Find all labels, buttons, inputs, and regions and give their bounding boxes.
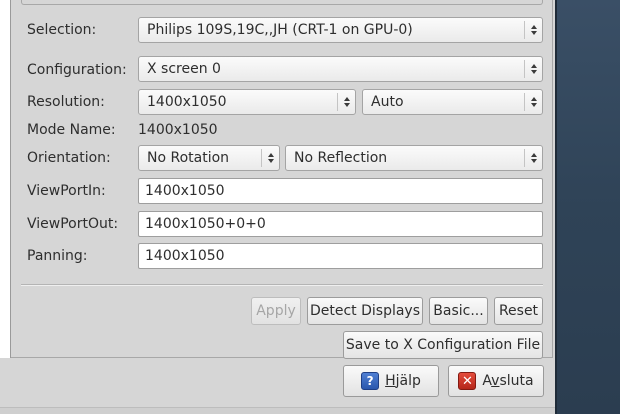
reflection-value: No Reflection bbox=[294, 150, 388, 166]
help-question-icon: ? bbox=[361, 372, 380, 390]
viewport-in-field[interactable]: 1400x1050 bbox=[138, 178, 543, 204]
close-x-icon: ✕ bbox=[458, 372, 477, 390]
orientation-label: Orientation: bbox=[27, 150, 111, 166]
panning-label: Panning: bbox=[27, 248, 88, 264]
help-label: Hjälp bbox=[385, 373, 421, 389]
rotation-combo[interactable]: No Rotation bbox=[138, 145, 280, 171]
save-x-config-button[interactable]: Save to X Configuration File bbox=[343, 331, 543, 359]
mode-name-label: Mode Name: bbox=[27, 122, 116, 138]
selection-value: Philips 109S,19C,,JH (CRT-1 on GPU-0) bbox=[147, 22, 413, 38]
quit-button[interactable]: ✕ Avsluta bbox=[448, 365, 544, 397]
rotation-value: No Rotation bbox=[147, 150, 230, 166]
panning-field[interactable]: 1400x1050 bbox=[138, 243, 543, 269]
viewport-out-label: ViewPortOut: bbox=[27, 216, 119, 232]
spin-arrows-icon bbox=[524, 149, 542, 167]
resolution-combo[interactable]: 1400x1050 bbox=[138, 89, 356, 115]
help-label-rest: jälp bbox=[395, 373, 421, 389]
help-label-mnemonic: H bbox=[385, 373, 396, 389]
detect-displays-button[interactable]: Detect Displays bbox=[307, 297, 423, 325]
viewport-in-label: ViewPortIn: bbox=[27, 183, 106, 199]
help-button[interactable]: ? Hjälp bbox=[343, 365, 439, 397]
configuration-label: Configuration: bbox=[27, 62, 127, 78]
window-bottom-edge bbox=[0, 407, 555, 414]
desktop-background bbox=[555, 0, 620, 414]
reset-button[interactable]: Reset bbox=[494, 297, 543, 325]
mode-name-value: 1400x1050 bbox=[138, 122, 218, 138]
reflection-combo[interactable]: No Reflection bbox=[285, 145, 543, 171]
footer-bar: ? Hjälp ✕ Avsluta bbox=[0, 358, 555, 414]
quit-label-prefix: A bbox=[482, 373, 492, 389]
quit-label: Avsluta bbox=[482, 373, 533, 389]
spin-arrows-icon bbox=[337, 93, 355, 111]
selection-label: Selection: bbox=[27, 22, 97, 38]
layout-area-edge bbox=[21, 0, 543, 5]
navigation-tree-pane[interactable] bbox=[0, 0, 11, 358]
refresh-rate-combo[interactable]: Auto bbox=[362, 89, 543, 115]
nvidia-settings-window: Selection: Philips 109S,19C,,JH (CRT-1 o… bbox=[0, 0, 555, 414]
spin-arrows-icon bbox=[524, 93, 542, 111]
refresh-rate-value: Auto bbox=[371, 94, 404, 110]
selection-combo[interactable]: Philips 109S,19C,,JH (CRT-1 on GPU-0) bbox=[138, 17, 543, 43]
basic-button[interactable]: Basic... bbox=[429, 297, 488, 325]
configuration-combo[interactable]: X screen 0 bbox=[138, 56, 543, 82]
spin-arrows-icon bbox=[261, 149, 279, 167]
configuration-value: X screen 0 bbox=[147, 61, 221, 77]
viewport-out-field[interactable]: 1400x1050+0+0 bbox=[138, 211, 543, 237]
separator bbox=[21, 284, 543, 286]
resolution-value: 1400x1050 bbox=[147, 94, 227, 110]
spin-arrows-icon bbox=[524, 21, 542, 39]
resolution-label: Resolution: bbox=[27, 94, 105, 110]
quit-label-rest: sluta bbox=[499, 373, 534, 389]
apply-button[interactable]: Apply bbox=[251, 297, 301, 325]
spin-arrows-icon bbox=[524, 60, 542, 78]
